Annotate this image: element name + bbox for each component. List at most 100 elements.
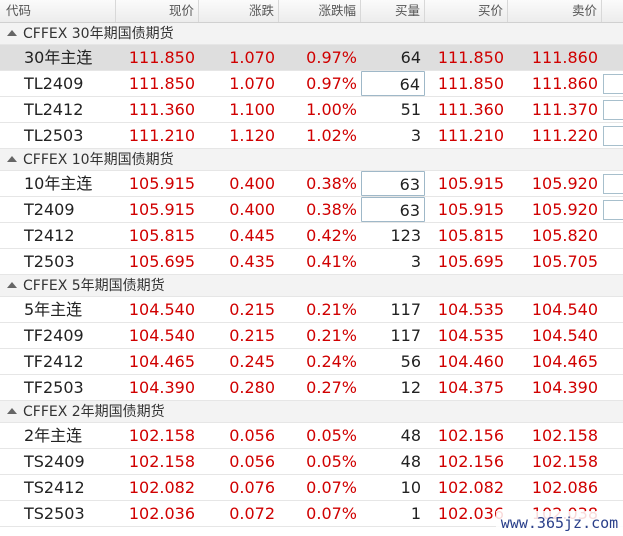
cell-bid-price: 105.915 xyxy=(437,200,504,219)
cell-ask-price: 102.158 xyxy=(531,426,598,445)
cell-bid-volume: 63 xyxy=(361,171,425,196)
cell-price: 104.390 xyxy=(128,378,195,397)
cell-ask-price: 105.820 xyxy=(531,226,598,245)
cell-price: 102.036 xyxy=(128,504,195,523)
table-row[interactable]: T2503 105.695 0.435 0.41% 3 105.695 105.705 xyxy=(0,249,623,275)
cell-price: 105.915 xyxy=(128,200,195,219)
col-header-bid-price[interactable]: 买价 xyxy=(425,0,508,22)
col-header-overflow xyxy=(602,0,623,22)
collapse-caret-icon[interactable] xyxy=(7,408,17,414)
cell-bid-price: 104.460 xyxy=(437,352,504,371)
cell-change-pct: 0.21% xyxy=(306,300,357,319)
cell-code: TF2412 xyxy=(24,352,84,371)
table-row[interactable]: TL2412 111.360 1.100 1.00% 51 111.360 111.370 xyxy=(0,97,623,123)
cell-price: 102.158 xyxy=(128,426,195,445)
cell-ask-price: 111.370 xyxy=(531,100,598,119)
cell-change: 0.445 xyxy=(229,226,275,245)
cell-change-pct: 0.07% xyxy=(306,478,357,497)
cell-code: TL2409 xyxy=(24,74,84,93)
cell-change: 0.400 xyxy=(229,174,275,193)
table-row[interactable]: TS2412 102.082 0.076 0.07% 10 102.082 102.086 xyxy=(0,475,623,501)
cell-change: 0.400 xyxy=(229,200,275,219)
col-header-code[interactable]: 代码 xyxy=(0,0,116,22)
cell-bid-price: 111.360 xyxy=(437,100,504,119)
table-row[interactable]: 10年主连 105.915 0.400 0.38% 63 105.915 105.920 xyxy=(0,171,623,197)
cell-ask-price: 104.540 xyxy=(531,326,598,345)
order-input-box[interactable] xyxy=(603,100,623,120)
cell-bid-volume: 117 xyxy=(390,326,421,345)
col-header-bid-volume[interactable]: 买量 xyxy=(361,0,425,22)
cell-price: 105.815 xyxy=(128,226,195,245)
table-row[interactable]: 30年主连 111.850 1.070 0.97% 64 111.850 111.860 xyxy=(0,45,623,71)
cell-price: 111.360 xyxy=(128,100,195,119)
table-row[interactable]: 5年主连 104.540 0.215 0.21% 117 104.535 104.540 xyxy=(0,297,623,323)
group-header[interactable]: CFFEX 5年期国债期货 xyxy=(0,275,623,297)
group-label: CFFEX 5年期国债期货 xyxy=(7,275,165,297)
cell-price: 104.465 xyxy=(128,352,195,371)
table-row[interactable]: TL2409 111.850 1.070 0.97% 64 111.850 111.860 xyxy=(0,71,623,97)
collapse-caret-icon[interactable] xyxy=(7,282,17,288)
collapse-caret-icon[interactable] xyxy=(7,156,17,162)
order-input-box[interactable] xyxy=(603,74,623,94)
cell-ask-price: 102.086 xyxy=(531,478,598,497)
cell-code: TS2412 xyxy=(24,478,85,497)
order-input-box[interactable] xyxy=(603,200,623,220)
cell-ask-price: 104.390 xyxy=(531,378,598,397)
cell-bid-price: 111.850 xyxy=(437,48,504,67)
group-label: CFFEX 10年期国债期货 xyxy=(7,149,174,171)
cell-change: 1.100 xyxy=(229,100,275,119)
group-header[interactable]: CFFEX 2年期国债期货 xyxy=(0,401,623,423)
col-header-price[interactable]: 现价 xyxy=(116,0,199,22)
cell-price: 105.695 xyxy=(128,252,195,271)
table-row[interactable]: TF2503 104.390 0.280 0.27% 12 104.375 104.390 xyxy=(0,375,623,401)
cell-bid-volume: 117 xyxy=(390,300,421,319)
cell-ask-price: 111.860 xyxy=(531,48,598,67)
cell-bid-volume: 64 xyxy=(361,71,425,96)
table-row[interactable]: T2409 105.915 0.400 0.38% 63 105.915 105.920 xyxy=(0,197,623,223)
cell-ask-price: 102.158 xyxy=(531,452,598,471)
cell-change: 1.070 xyxy=(229,48,275,67)
cell-bid-price: 105.815 xyxy=(437,226,504,245)
col-header-ask-price[interactable]: 卖价 xyxy=(508,0,602,22)
cell-change: 0.056 xyxy=(229,426,275,445)
table-row[interactable]: TS2409 102.158 0.056 0.05% 48 102.156 102.158 xyxy=(0,449,623,475)
order-input-box[interactable] xyxy=(603,174,623,194)
cell-bid-price: 111.210 xyxy=(437,126,504,145)
cell-change-pct: 0.05% xyxy=(306,452,357,471)
cell-bid-volume: 10 xyxy=(400,478,421,497)
cell-code: TS2503 xyxy=(24,504,85,523)
cell-change: 0.056 xyxy=(229,452,275,471)
cell-change-pct: 0.97% xyxy=(306,74,357,93)
cell-price: 104.540 xyxy=(128,300,195,319)
cell-code: T2412 xyxy=(24,226,75,245)
collapse-caret-icon[interactable] xyxy=(7,30,17,36)
group-label-text: CFFEX 2年期国债期货 xyxy=(23,404,165,420)
cell-code: 30年主连 xyxy=(24,48,93,67)
cell-bid-volume: 51 xyxy=(400,100,421,119)
col-header-change-pct[interactable]: 涨跌幅 xyxy=(279,0,361,22)
cell-price: 111.850 xyxy=(128,74,195,93)
cell-ask-price: 105.705 xyxy=(531,252,598,271)
cell-ask-price: 104.540 xyxy=(531,300,598,319)
cell-bid-volume: 48 xyxy=(400,452,421,471)
cell-price: 104.540 xyxy=(128,326,195,345)
table-row[interactable]: TL2503 111.210 1.120 1.02% 3 111.210 111.220 xyxy=(0,123,623,149)
table-row[interactable]: TF2412 104.465 0.245 0.24% 56 104.460 104.465 xyxy=(0,349,623,375)
order-input-box[interactable] xyxy=(603,126,623,146)
group-header[interactable]: CFFEX 10年期国债期货 xyxy=(0,149,623,171)
cell-bid-price: 102.156 xyxy=(437,426,504,445)
cell-bid-price: 104.375 xyxy=(437,378,504,397)
cell-change-pct: 0.05% xyxy=(306,426,357,445)
cell-bid-volume: 12 xyxy=(400,378,421,397)
cell-ask-price: 111.220 xyxy=(531,126,598,145)
table-row[interactable]: TF2409 104.540 0.215 0.21% 117 104.535 104.540 xyxy=(0,323,623,349)
cell-price: 105.915 xyxy=(128,174,195,193)
group-header[interactable]: CFFEX 30年期国债期货 xyxy=(0,23,623,45)
col-header-change[interactable]: 涨跌 xyxy=(199,0,279,22)
cell-change-pct: 0.38% xyxy=(306,174,357,193)
cell-code: TL2503 xyxy=(24,126,84,145)
watermark-text: www.365jz.com xyxy=(496,511,623,535)
table-row[interactable]: 2年主连 102.158 0.056 0.05% 48 102.156 102.158 xyxy=(0,423,623,449)
header-row: 代码 现价 涨跌 涨跌幅 买量 买价 卖价 xyxy=(0,0,623,23)
table-row[interactable]: T2412 105.815 0.445 0.42% 123 105.815 105.820 xyxy=(0,223,623,249)
